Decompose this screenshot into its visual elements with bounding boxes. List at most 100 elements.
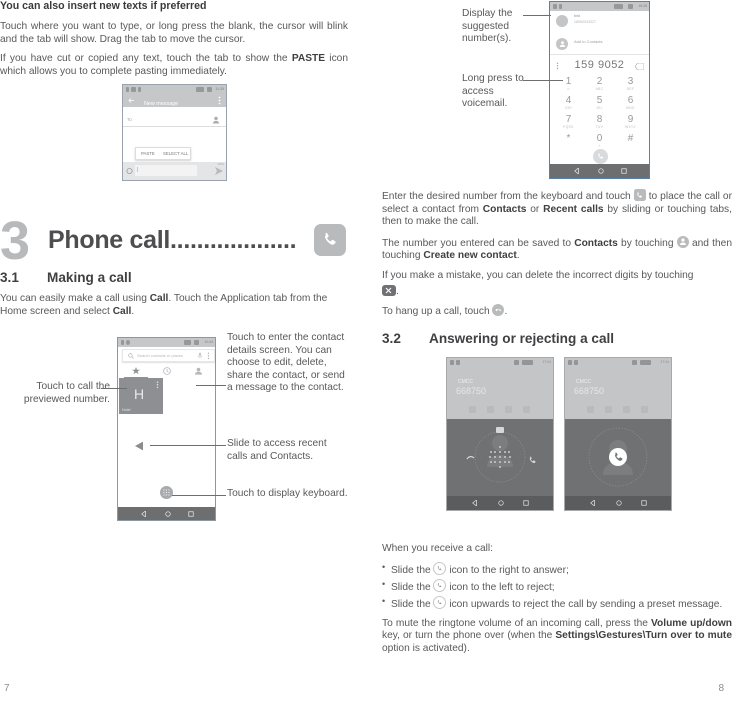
- suggested-contact-row[interactable]: bird 18990033327: [550, 11, 649, 33]
- nav-home-icon[interactable]: [164, 510, 171, 517]
- dial-key-5[interactable]: 5 JKL: [583, 95, 616, 110]
- slide-left-arrow-icon: [135, 441, 143, 451]
- search-icon: [128, 353, 134, 359]
- signal-icon: [559, 4, 562, 9]
- paste-button[interactable]: PASTE: [141, 151, 155, 156]
- incoming-top-panel: 17:04 CMCC 668750: [565, 358, 671, 419]
- favorites-star-icon[interactable]: [132, 367, 140, 375]
- contacts-icon[interactable]: [194, 367, 203, 375]
- select-all-button[interactable]: SELECT ALL: [163, 151, 188, 156]
- paragraph-save-contact: The number you entered can be saved to C…: [382, 235, 732, 263]
- dialpad-icon[interactable]: [505, 406, 512, 413]
- emoji-icon[interactable]: [126, 168, 133, 174]
- android-nav-bar: [118, 507, 215, 520]
- key-digit: 6: [627, 95, 634, 106]
- dialpad-button[interactable]: [160, 486, 173, 499]
- key-sub: ABC: [595, 87, 604, 91]
- signal-icon: [522, 360, 533, 365]
- sim-icon: [456, 360, 460, 365]
- avatar: [556, 15, 568, 27]
- dial-key-7[interactable]: 7 PQRS: [552, 114, 585, 129]
- paste-para-part-a: If you have cut or copied any text, touc…: [0, 53, 292, 65]
- sim-icon: [574, 360, 578, 365]
- dialer-status-bar: 18:28: [550, 2, 649, 11]
- nav-recents-icon[interactable]: [641, 499, 647, 506]
- add-contact-avatar-icon: [556, 38, 568, 50]
- overflow-menu-icon[interactable]: [218, 96, 221, 105]
- page-number-right: 8: [718, 683, 724, 694]
- right-page-column: 18:28 bird 18990033327 Add to Contacts 1…: [382, 0, 732, 702]
- msg-to-label[interactable]: To: [127, 117, 132, 122]
- send-icon[interactable]: [215, 167, 223, 175]
- paragraph-when-receive: When you receive a call:: [382, 543, 493, 554]
- dial-key-4[interactable]: 4 GHI: [552, 95, 585, 110]
- hold-icon[interactable]: [523, 406, 530, 413]
- add-contact-icon[interactable]: [212, 116, 221, 124]
- dial-key-8[interactable]: 8 TUV: [583, 114, 616, 129]
- nav-home-icon[interactable]: [597, 167, 604, 174]
- bullet-2-b: icon to the left to reject;: [446, 581, 555, 593]
- overflow-menu-icon[interactable]: [207, 352, 210, 360]
- key-digit: 1: [565, 76, 572, 87]
- nav-home-icon[interactable]: [616, 499, 622, 506]
- dial-key-1[interactable]: 1 ∞: [552, 76, 585, 91]
- dial-key-2[interactable]: 2 ABC: [583, 76, 616, 91]
- status-time: 10:44: [204, 340, 214, 344]
- signal-icon: [126, 87, 129, 92]
- back-arrow-icon[interactable]: [128, 97, 135, 104]
- nav-home-icon[interactable]: [498, 499, 504, 506]
- msg-status-bar: 11:35: [123, 85, 226, 94]
- call-button-icon[interactable]: [593, 149, 608, 164]
- dial-key-6[interactable]: 6 MNO: [614, 95, 647, 110]
- callout-suggested-numbers: Display the suggested number(s).: [462, 8, 513, 45]
- sync-icon: [126, 340, 130, 345]
- nav-back-icon[interactable]: [573, 167, 580, 174]
- hold-icon[interactable]: [641, 406, 648, 413]
- nav-back-icon[interactable]: [141, 510, 147, 517]
- dial-key-hash[interactable]: #: [614, 133, 647, 144]
- left-page-column: You can also insert new texts if preferr…: [0, 0, 348, 702]
- overflow-menu-icon[interactable]: [156, 381, 159, 389]
- dial-key-9[interactable]: 9 WXYZ: [614, 114, 647, 129]
- mute-icon[interactable]: [487, 406, 494, 413]
- key-digit: #: [627, 133, 634, 144]
- nav-recents-icon[interactable]: [621, 167, 627, 174]
- dial-key-0[interactable]: 0 +: [583, 133, 616, 148]
- dial-key-3[interactable]: 3 DEF: [614, 76, 647, 91]
- paragraph-mistake: If you make a mistake, you can delete th…: [382, 269, 694, 281]
- key-digit: 0: [596, 133, 603, 144]
- add-to-contacts-row[interactable]: Add to Contacts: [550, 34, 649, 56]
- leader-line-suggested: [523, 15, 551, 16]
- mic-icon[interactable]: [198, 352, 202, 359]
- msg-text-input[interactable]: [135, 165, 197, 176]
- backspace-icon[interactable]: [635, 63, 644, 70]
- status-time: 11:35: [215, 87, 224, 91]
- key-digit: 5: [596, 95, 603, 106]
- search-input[interactable]: Search contacts or places: [122, 349, 215, 362]
- key-digit: 4: [565, 95, 572, 106]
- msg-input-row: | SMS: [123, 162, 226, 180]
- phone-icon: [314, 224, 346, 256]
- call-keyword-1: Call: [149, 293, 169, 304]
- speaker-icon[interactable]: [469, 406, 476, 413]
- call-icon: [450, 360, 454, 365]
- battery-icon: [207, 87, 212, 92]
- nav-recents-icon[interactable]: [523, 499, 529, 506]
- mute-icon[interactable]: [605, 406, 612, 413]
- contact-preview-card[interactable]: H Hotel: [119, 378, 163, 414]
- dialpad-icon[interactable]: [623, 406, 630, 413]
- carrier-name: CMCC: [458, 379, 473, 385]
- add-to-contacts-label: Add to Contacts: [574, 39, 603, 44]
- call-status-bar: 10:44: [118, 338, 215, 347]
- mute-a: To mute the ringtone volume of an incomi…: [382, 617, 651, 629]
- dial-key-star[interactable]: *: [552, 133, 585, 144]
- incoming-number: 668750: [574, 386, 605, 396]
- status-time: 17:04: [660, 360, 670, 364]
- nav-recents-icon[interactable]: [188, 510, 194, 517]
- nav-back-icon[interactable]: [590, 499, 596, 506]
- recent-clock-icon[interactable]: [163, 367, 171, 375]
- incall-actions: [565, 406, 671, 416]
- speaker-icon[interactable]: [587, 406, 594, 413]
- nav-back-icon[interactable]: [472, 499, 478, 506]
- callout-display-keyboard: Touch to display keyboard.: [227, 488, 348, 499]
